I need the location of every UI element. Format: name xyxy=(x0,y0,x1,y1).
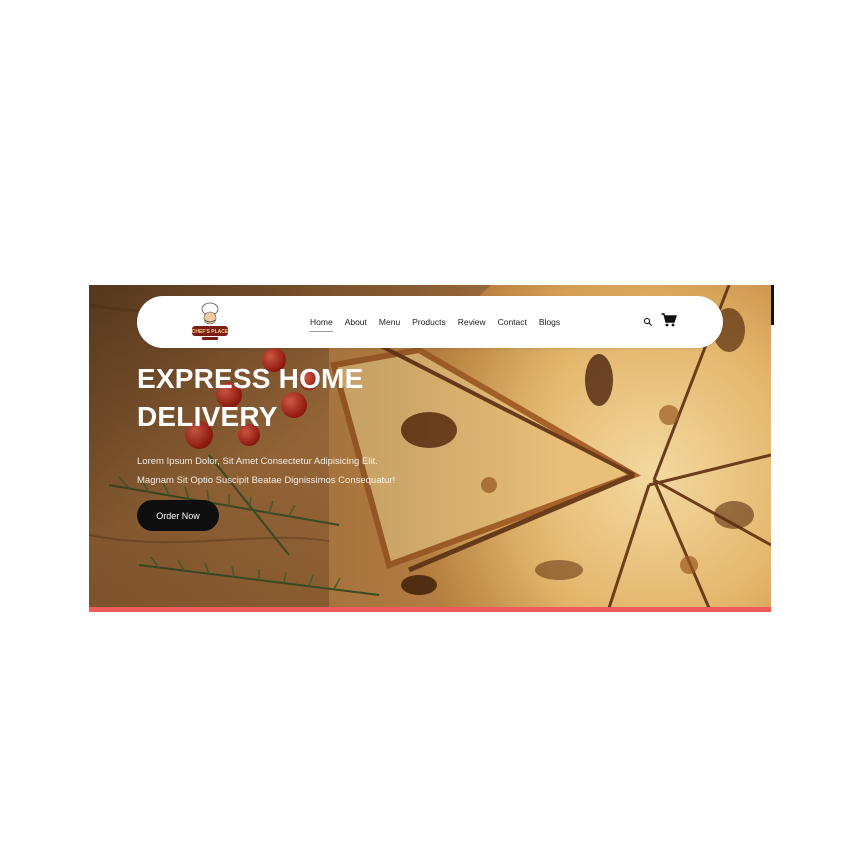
nav-item-contact[interactable]: Contact xyxy=(498,317,527,327)
page: CHEF'S PLACE Home About Menu Products Re… xyxy=(0,0,864,864)
nav-item-menu[interactable]: Menu xyxy=(379,317,400,327)
nav-item-review[interactable]: Review xyxy=(458,317,486,327)
hero-title: EXPRESS HOME DELIVERY xyxy=(137,360,437,436)
hero-title-line1: EXPRESS HOME xyxy=(137,363,364,394)
nav-item-home[interactable]: Home xyxy=(310,317,333,332)
hero-subtitle-line1: Lorem Ipsum Dolor, Sit Amet Consectetur … xyxy=(137,456,378,467)
nav-links: Home About Menu Products Review Contact … xyxy=(310,296,572,348)
hero-subtitle: Lorem Ipsum Dolor, Sit Amet Consectetur … xyxy=(137,452,457,490)
chef-logo-icon[interactable]: CHEF'S PLACE xyxy=(187,300,233,344)
nav-item-blogs[interactable]: Blogs xyxy=(539,317,560,327)
scroll-edge xyxy=(771,285,774,325)
search-icon[interactable] xyxy=(643,317,653,327)
accent-bar xyxy=(89,607,771,612)
hero-title-line2: DELIVERY xyxy=(137,401,278,432)
cart-icon[interactable] xyxy=(661,313,677,327)
nav-item-products[interactable]: Products xyxy=(412,317,446,327)
navbar: CHEF'S PLACE Home About Menu Products Re… xyxy=(137,296,723,348)
logo-text: CHEF'S PLACE xyxy=(192,329,229,335)
nav-item-about[interactable]: About xyxy=(345,317,367,327)
hero-subtitle-line2: Magnam Sit Optio Suscipit Beatae Digniss… xyxy=(137,475,396,486)
order-now-button[interactable]: Order Now xyxy=(137,500,219,531)
